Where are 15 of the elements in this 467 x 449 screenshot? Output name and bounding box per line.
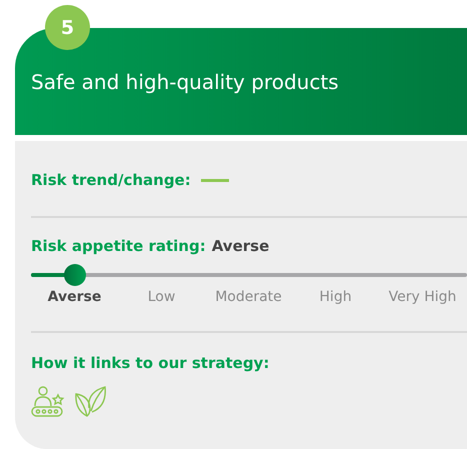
flat-line-icon — [200, 178, 229, 182]
scale-label: High — [319, 289, 352, 305]
scale-label: Low — [148, 289, 176, 305]
leaves-icon — [75, 386, 107, 418]
strategy-label: How it links to our strategy: — [31, 354, 270, 372]
scale-label: Very High — [388, 289, 456, 305]
scale-label: Moderate — [215, 289, 282, 305]
scale-label: Averse — [48, 289, 102, 305]
trend-label: Risk trend/change: — [31, 171, 191, 189]
number-badge: 5 — [45, 5, 90, 50]
appetite-value: Averse — [212, 237, 270, 255]
card-title: Safe and high-quality products — [31, 70, 339, 94]
slider-thumb[interactable] — [64, 264, 86, 286]
appetite-label: Risk appetite rating: — [31, 237, 206, 255]
person-star-conveyor-icon — [31, 386, 67, 418]
